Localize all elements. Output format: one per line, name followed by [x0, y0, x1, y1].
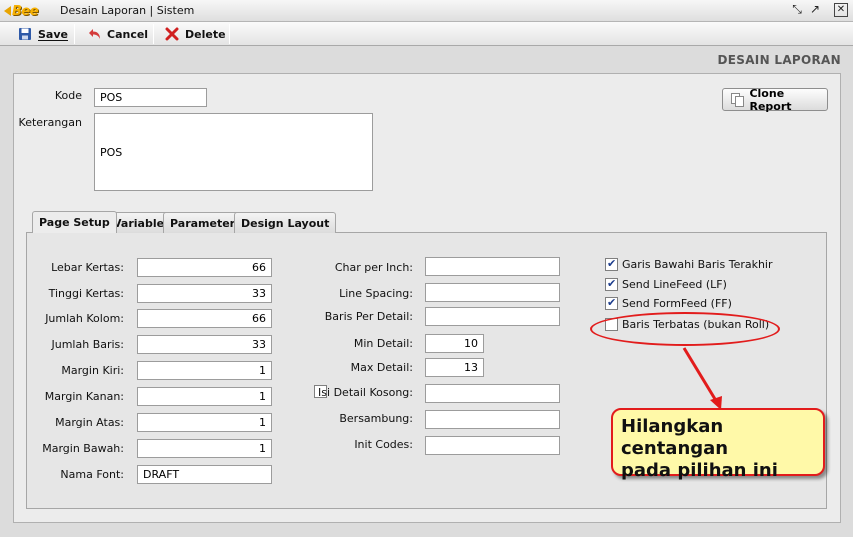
callout-line-1: Hilangkan centangan [621, 416, 729, 459]
tab-page-setup[interactable]: Page Setup [32, 211, 117, 233]
tab-label: Page Setup [39, 216, 110, 229]
instruction-callout: Hilangkan centangan pada pilihan ini [611, 408, 825, 481]
callout-line-2: pada pilihan ini [621, 460, 778, 481]
